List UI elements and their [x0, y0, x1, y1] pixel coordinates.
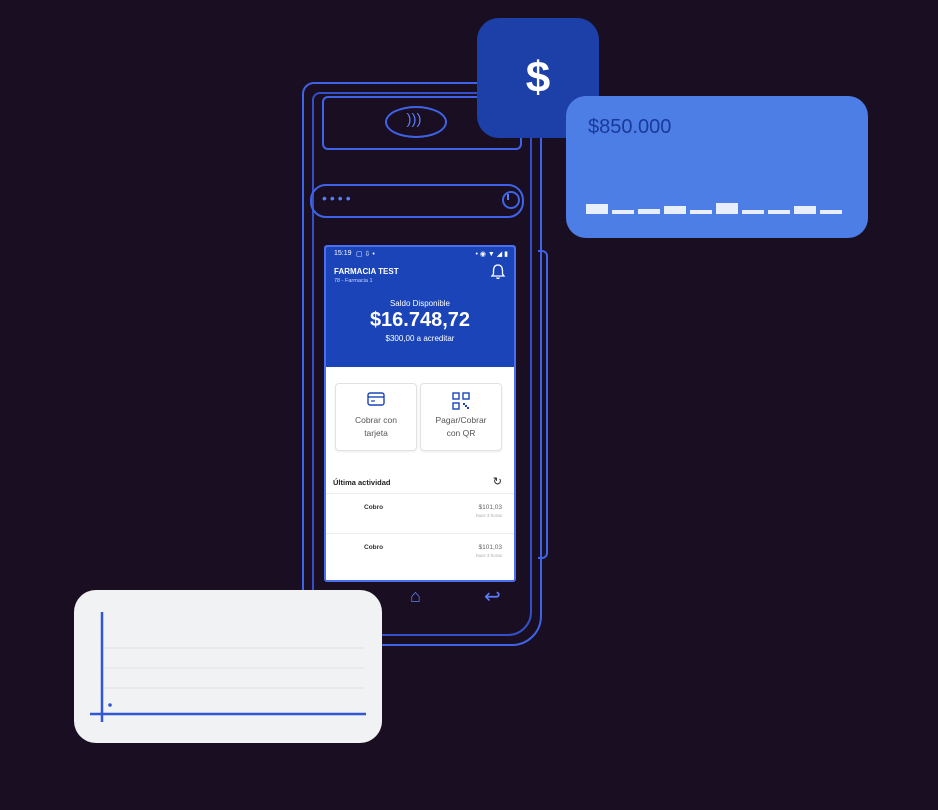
merchant-name: FARMACIA TEST	[334, 267, 399, 276]
activity-amount: $101,03	[478, 544, 503, 551]
bar-mark	[690, 210, 712, 214]
indicator-dots-icon: ••••	[322, 190, 354, 206]
bar-mark	[612, 210, 634, 214]
qr-code-icon	[421, 392, 501, 413]
list-item[interactable]: Cobro $101,03 hace 3 horas	[326, 533, 514, 572]
qr-pay-label-1: Pagar/Cobrar	[435, 415, 487, 425]
status-icons-left: ▢ ⇩ •	[356, 251, 375, 258]
power-line	[507, 194, 509, 200]
bar-mark	[638, 209, 660, 214]
terminal-screen: 15:19 ▢ ⇩ • • ◉ ▼ ◢ ▮ FARMACIA TEST 78 -…	[324, 245, 516, 582]
status-icons-right: • ◉ ▼ ◢ ▮	[475, 251, 508, 258]
chart-axes	[90, 612, 366, 722]
merchant-subtitle: 78 - Farmacia 1	[334, 278, 373, 284]
activity-label: Cobro	[364, 544, 384, 551]
chart-card	[74, 590, 382, 743]
activity-time: hace 3 horas	[475, 553, 502, 558]
charge-card-button[interactable]: Cobrar con tarjeta	[335, 383, 417, 451]
list-item[interactable]: Cobro $101,03 hace 3 horas	[326, 493, 514, 532]
qr-pay-button[interactable]: Pagar/Cobrar con QR	[420, 383, 502, 451]
credit-card-icon	[336, 392, 416, 409]
bar-mark	[742, 210, 764, 214]
activity-label: Cobro	[364, 504, 384, 511]
activity-amount: $101,03	[478, 504, 503, 511]
back-icon[interactable]: ↩	[484, 584, 501, 609]
balance-label: Saldo Disponible	[389, 299, 451, 308]
activity-title: Última actividad	[333, 478, 391, 487]
activity-time: hace 3 horas	[475, 513, 502, 518]
qr-pay-label-2: con QR	[446, 428, 476, 438]
bar-mark	[664, 206, 686, 214]
power-button-icon	[502, 191, 520, 209]
balance-amount: $16.748,72	[369, 309, 471, 331]
home-icon[interactable]: ⌂	[410, 586, 421, 607]
bar-mark	[768, 210, 790, 214]
bar-mark	[586, 204, 608, 214]
amount-value: $850.000	[588, 116, 672, 138]
balance-pending: $300,00 a acreditar	[385, 334, 455, 343]
data-point	[108, 703, 112, 707]
refresh-icon[interactable]: ↻	[493, 475, 502, 488]
bar-mark	[820, 210, 842, 214]
terminal-side-rail	[538, 250, 548, 559]
bar-mark	[794, 206, 816, 214]
bell-icon[interactable]	[490, 263, 506, 281]
amount-card: $850.000	[566, 96, 868, 238]
balance-header: 15:19 ▢ ⇩ • • ◉ ▼ ◢ ▮ FARMACIA TEST 78 -…	[326, 247, 514, 367]
charge-card-label-2: tarjeta	[364, 428, 388, 438]
charge-card-label-1: Cobrar con	[354, 415, 398, 425]
bar-mark	[716, 203, 738, 214]
contactless-icon: )))	[406, 111, 422, 128]
status-time: 15:19	[334, 250, 352, 257]
amount-bars-decoration	[586, 200, 850, 214]
